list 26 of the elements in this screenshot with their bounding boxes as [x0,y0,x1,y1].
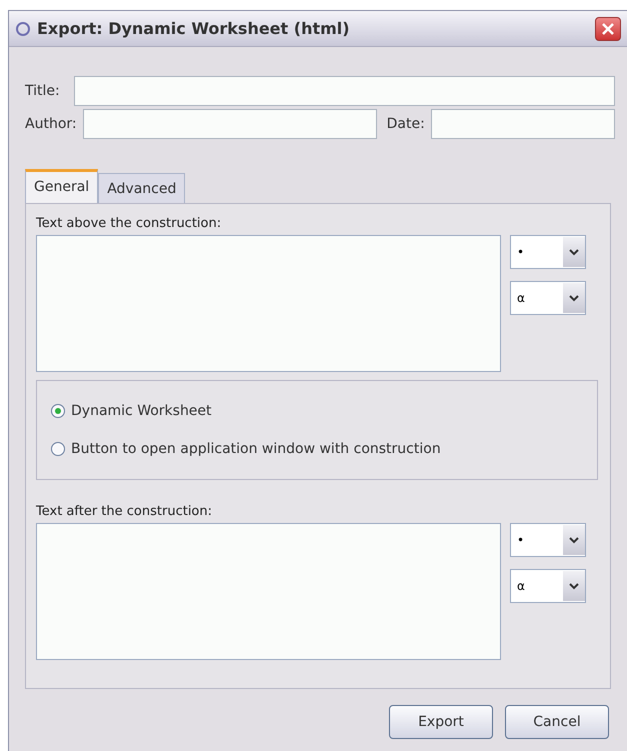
dialog-button[interactable]: Export [389,705,493,739]
close-icon [601,22,615,36]
field-label: Date: [386,116,425,132]
input-field[interactable] [74,76,615,106]
radio-option[interactable]: Button to open application window with construction [51,441,583,457]
field-label: Author: [25,116,77,132]
field-label: Title: [25,83,60,99]
window-title: Export: Dynamic Worksheet (html) [37,19,351,38]
dropdown[interactable]: • [510,523,586,557]
input-field[interactable] [82,109,377,139]
section-label: Text above the construction: [36,216,222,231]
close-button[interactable] [595,16,621,40]
dialog-button[interactable]: Cancel [505,705,609,739]
chevron-down-icon [569,536,579,544]
chevron-down-icon [569,294,579,302]
input-field[interactable] [430,109,615,139]
tab[interactable]: General [25,169,98,203]
section-label: Text after the construction: [36,504,214,519]
radio-option[interactable]: Dynamic Worksheet [51,403,583,419]
ring-icon [15,20,31,36]
dropdown[interactable]: α [510,569,586,603]
chevron-down-icon [569,582,579,590]
dropdown[interactable]: • [510,235,586,269]
dropdown[interactable]: α [510,281,586,315]
tab[interactable]: Advanced [98,173,186,203]
chevron-down-icon [569,248,579,256]
